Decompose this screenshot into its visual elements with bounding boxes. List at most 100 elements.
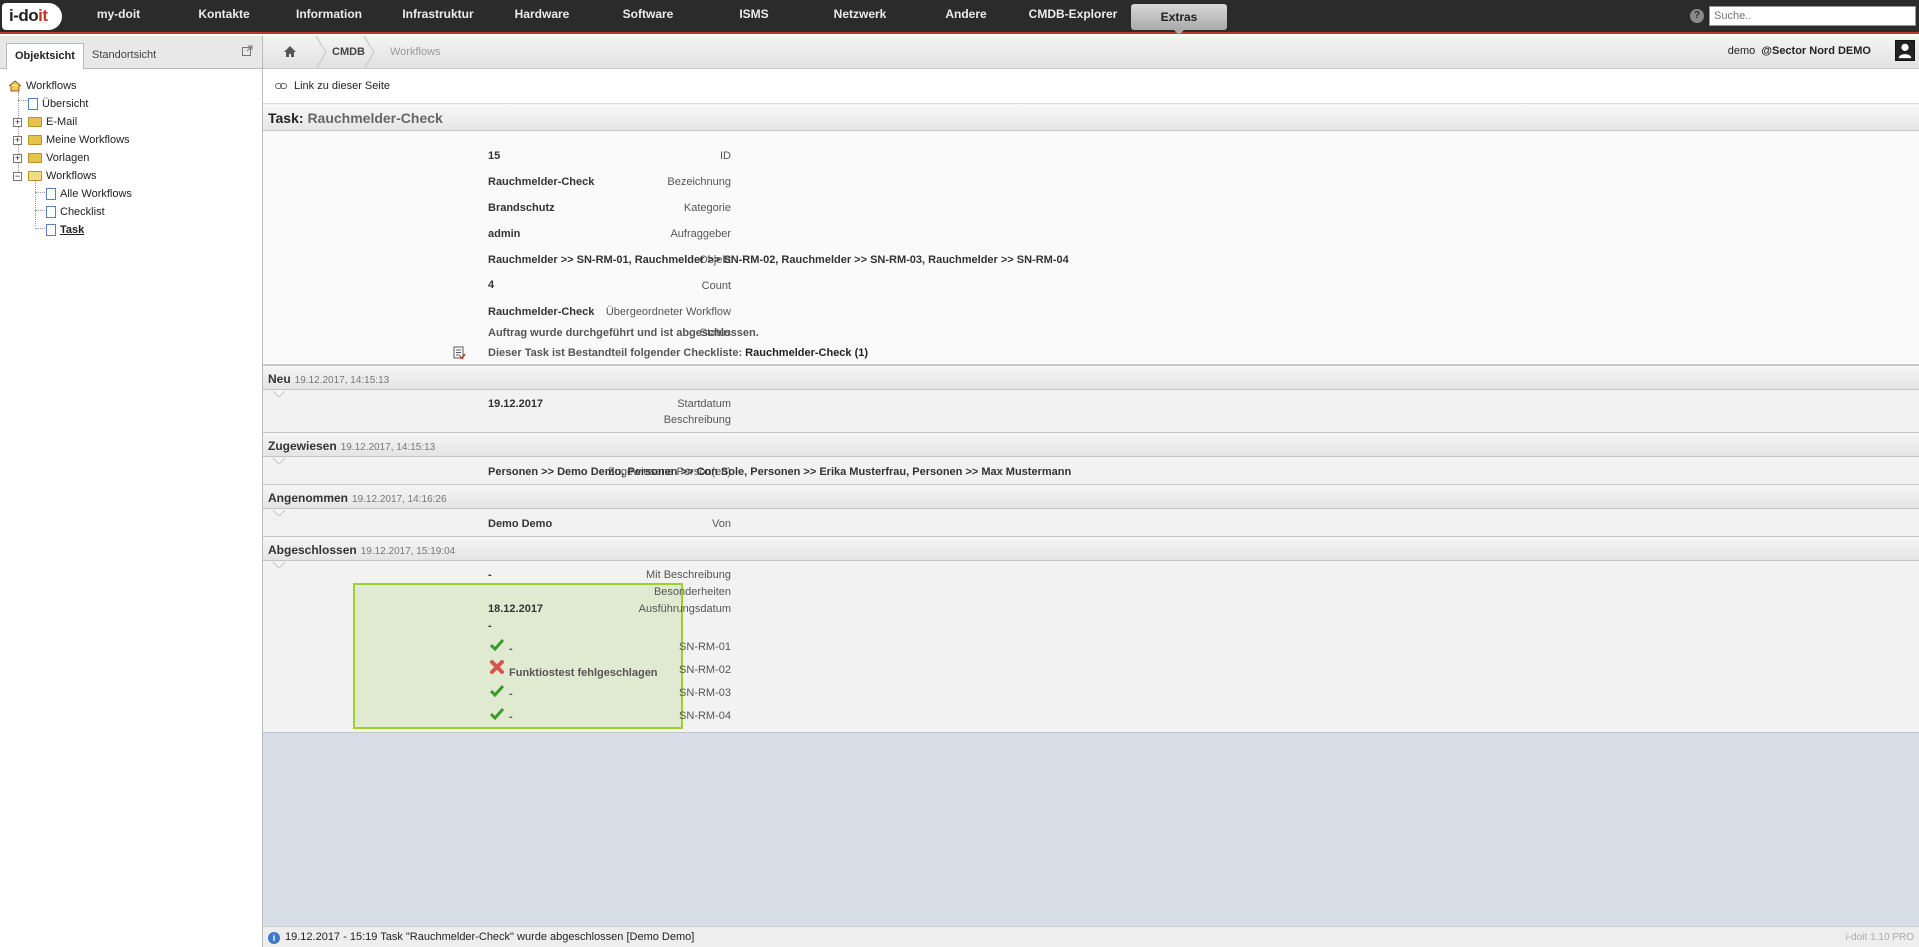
tree-root-workflows[interactable]: Workflows xyxy=(8,78,77,94)
besonderheiten-value: - xyxy=(488,620,492,632)
check-item-text: Funktiostest fehlgeschlagen xyxy=(509,667,658,679)
detach-icon[interactable] xyxy=(242,45,253,56)
tree-item-email[interactable]: E-Mail xyxy=(28,114,77,130)
task-info-panel: ID 15 Bezeichnung Rauchmelder-Check Kate… xyxy=(263,132,1919,365)
check-item-text: - xyxy=(509,711,513,723)
check-item-name: SN-RM-01 xyxy=(679,641,731,653)
zugewiesene-personen-value[interactable]: Personen >> Demo Demo, Personen >> Con S… xyxy=(488,466,1071,478)
home-icon[interactable] xyxy=(283,45,297,58)
info-icon: i xyxy=(268,932,280,944)
status-value: Auftrag wurde durchgeführt und ist abges… xyxy=(488,327,759,339)
mit-beschreibung-value: - xyxy=(488,569,492,581)
id-value: 15 xyxy=(488,150,501,162)
section-notch xyxy=(273,458,285,464)
ausfuehrungsdatum-value: 18.12.2017 xyxy=(488,603,544,615)
permalink-bar: Link zu dieser Seite xyxy=(263,70,1919,104)
left-panel: Objektsicht Standortsicht Workflows Über… xyxy=(0,36,263,947)
permalink-link[interactable]: Link zu dieser Seite xyxy=(294,80,390,92)
check-item-text: - xyxy=(509,688,513,700)
auftraggeber-value: admin xyxy=(488,228,521,240)
tree-item-uebersicht[interactable]: Übersicht xyxy=(28,96,88,112)
check-item-name: SN-RM-04 xyxy=(679,710,731,722)
page-title: Task: Rauchmelder-Check xyxy=(268,110,443,126)
user-info: demo @Sector Nord DEMO xyxy=(1728,45,1871,57)
tree-item-alle-workflows[interactable]: Alle Workflows xyxy=(46,186,132,202)
nav-kontakte[interactable]: Kontakte xyxy=(185,0,263,29)
section-notch xyxy=(273,391,285,397)
section-zugewiesen-header: Zugewiesen 19.12.2017, 14:15:13 xyxy=(263,432,1919,457)
beschreibung-label: Beschreibung xyxy=(663,414,731,426)
home-folder-icon xyxy=(8,80,22,92)
breadcrumb: CMDB Workflows demo @Sector Nord DEMO xyxy=(263,36,1919,69)
checkmark-icon xyxy=(490,685,504,697)
page-icon xyxy=(46,224,56,237)
von-value[interactable]: Demo Demo xyxy=(488,518,552,530)
mit-beschreibung-label: Mit Beschreibung xyxy=(646,569,731,581)
collapse-icon[interactable]: − xyxy=(13,172,22,181)
checkmark-icon xyxy=(490,639,504,651)
task-header: Task: Rauchmelder-Check xyxy=(263,105,1919,131)
nav-my-doit[interactable]: my-doit xyxy=(82,0,155,29)
nav-isms[interactable]: ISMS xyxy=(714,0,794,29)
breadcrumb-workflows[interactable]: Workflows xyxy=(390,46,441,58)
bezeichnung-value: Rauchmelder-Check xyxy=(488,176,595,188)
tree-item-workflows[interactable]: Workflows xyxy=(28,168,97,184)
nav-infrastruktur[interactable]: Infrastruktur xyxy=(398,0,478,29)
nav-hardware[interactable]: Hardware xyxy=(502,0,582,29)
bezeichnung-label: Bezeichnung xyxy=(667,176,731,188)
tree-item-checklist[interactable]: Checklist xyxy=(46,204,105,220)
nav-netzwerk[interactable]: Netzwerk xyxy=(820,0,900,29)
startdatum-value: 19.12.2017 xyxy=(488,398,544,410)
section-neu-header: Neu 19.12.2017, 14:15:13 xyxy=(263,365,1919,390)
checklist-link[interactable]: Rauchmelder-Check (1) xyxy=(745,347,868,359)
left-tabs: Objektsicht Standortsicht xyxy=(0,36,262,70)
status-bar: i 19.12.2017 - 15:19 Task "Rauchmelder-C… xyxy=(263,926,1919,947)
section-angenommen-header: Angenommen 19.12.2017, 14:16:26 xyxy=(263,484,1919,509)
search-input[interactable] xyxy=(1709,6,1916,26)
idoit-logo[interactable]: i-doit xyxy=(2,3,62,30)
tree-item-vorlagen[interactable]: Vorlagen xyxy=(28,150,89,166)
kategorie-label: Kategorie xyxy=(683,202,731,214)
nav-software[interactable]: Software xyxy=(608,0,688,29)
expand-icon[interactable]: + xyxy=(13,118,22,127)
user-name[interactable]: demo xyxy=(1728,45,1756,57)
nav-information[interactable]: Information xyxy=(290,0,368,29)
section-notch xyxy=(273,510,285,516)
section-notch xyxy=(273,562,285,568)
tab-objektsicht[interactable]: Objektsicht xyxy=(6,43,84,70)
page-icon xyxy=(46,188,56,201)
nav-cmdb-explorer[interactable]: CMDB-Explorer xyxy=(1023,0,1123,29)
top-navigation: i-doit my-doit Kontakte Information Infr… xyxy=(0,0,1919,35)
expand-icon[interactable]: + xyxy=(13,136,22,145)
tree-item-meine-workflows[interactable]: Meine Workflows xyxy=(28,132,130,148)
main-content: Link zu dieser Seite Task: Rauchmelder-C… xyxy=(263,70,1919,926)
check-item-name: SN-RM-02 xyxy=(679,664,731,676)
version-label: i-doit 1.10 PRO xyxy=(1845,932,1914,943)
tab-standortsicht[interactable]: Standortsicht xyxy=(84,43,164,70)
check-item-text: - xyxy=(509,643,513,655)
breadcrumb-separator xyxy=(315,36,327,69)
open-folder-icon xyxy=(28,171,42,182)
breadcrumb-cmdb[interactable]: CMDB xyxy=(332,46,365,58)
folder-icon xyxy=(28,153,42,164)
von-label: Von xyxy=(712,518,731,530)
objekt-value[interactable]: Rauchmelder >> SN-RM-01, Rauchmelder >> … xyxy=(488,254,1069,266)
help-icon[interactable]: ? xyxy=(1690,9,1704,23)
checkmark-icon xyxy=(490,708,504,720)
check-item-name: SN-RM-03 xyxy=(679,687,731,699)
startdatum-label: Startdatum xyxy=(677,398,731,410)
expand-icon[interactable]: + xyxy=(13,154,22,163)
tenant-name[interactable]: @Sector Nord DEMO xyxy=(1761,45,1871,57)
kategorie-value: Brandschutz xyxy=(488,202,555,214)
nav-andere[interactable]: Andere xyxy=(926,0,1006,29)
nav-extras[interactable]: Extras xyxy=(1131,4,1227,35)
parent-workflow-label: Übergeordneter Workflow xyxy=(605,306,731,318)
page-icon xyxy=(46,206,56,219)
status-message: 19.12.2017 - 15:19 Task "Rauchmelder-Che… xyxy=(285,931,695,943)
folder-icon xyxy=(28,117,42,128)
parent-workflow-value[interactable]: Rauchmelder-Check xyxy=(488,306,594,318)
breadcrumb-separator xyxy=(363,36,375,69)
tree-item-task[interactable]: Task xyxy=(46,222,84,238)
avatar[interactable] xyxy=(1895,40,1915,61)
folder-icon xyxy=(28,135,42,146)
